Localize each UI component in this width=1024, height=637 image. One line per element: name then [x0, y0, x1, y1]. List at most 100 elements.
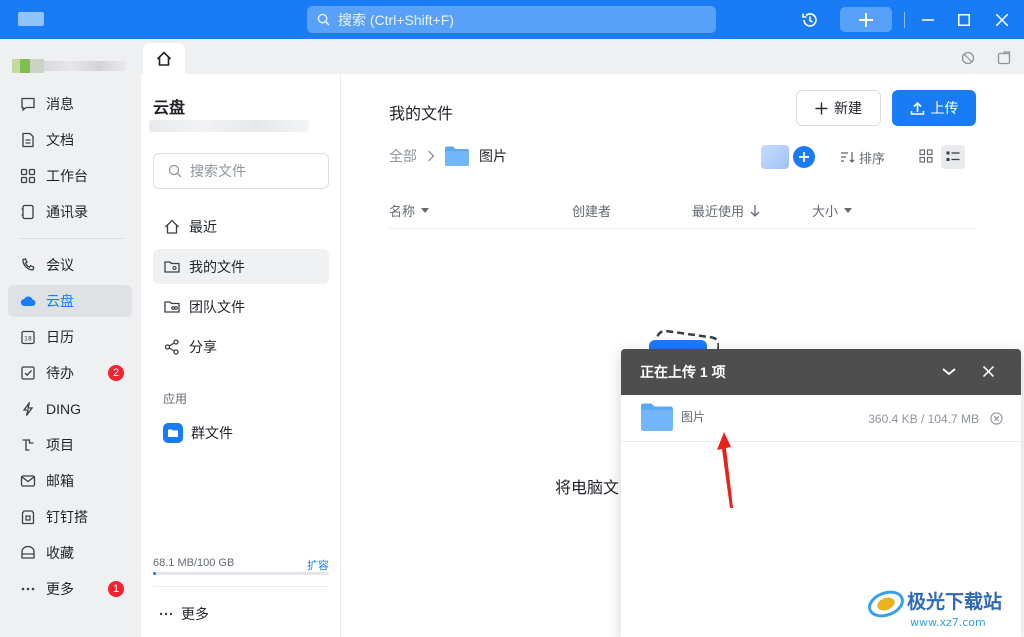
- nav-item-more[interactable]: 更多 1: [8, 573, 132, 605]
- nav-divider: [18, 238, 124, 239]
- nav-item-meeting[interactable]: 会议: [8, 249, 132, 281]
- user-profile[interactable]: [12, 59, 126, 73]
- nav-item-cloud-drive[interactable]: 云盘: [8, 285, 132, 317]
- nav-label: 消息: [46, 96, 74, 112]
- files-toolbar: 排序: [761, 144, 976, 170]
- message-icon: [21, 97, 35, 112]
- sort-button[interactable]: 排序: [841, 148, 885, 167]
- cloud-item-share[interactable]: 分享: [153, 329, 329, 364]
- expand-storage-link[interactable]: 扩容: [307, 557, 329, 573]
- breadcrumb-root[interactable]: 全部: [389, 146, 417, 166]
- lightning-icon: [22, 402, 34, 416]
- column-size[interactable]: 大小: [812, 201, 853, 220]
- folder-icon: [445, 146, 469, 166]
- group-files-icon: [163, 422, 183, 443]
- minimize-button[interactable]: [914, 0, 942, 39]
- cancel-upload-icon[interactable]: [990, 412, 1003, 425]
- list-view-button[interactable]: [941, 145, 966, 169]
- sort-icon: [841, 152, 855, 163]
- main-nav: 消息 文档 工作台 通讯录 会议 云盘 18 日历 待办 2 DING 项目 邮…: [0, 39, 141, 637]
- collapse-chevron-icon[interactable]: [942, 368, 956, 376]
- create-button[interactable]: [840, 7, 892, 32]
- todo-icon: [21, 366, 35, 380]
- breadcrumb: 全部 图片: [389, 146, 507, 166]
- nav-label: 邮箱: [46, 473, 74, 489]
- storage-text: 68.1 MB/100 GB: [153, 557, 235, 569]
- global-search-input[interactable]: 搜索 (Ctrl+Shift+F): [307, 6, 716, 33]
- cloud-item-my-files[interactable]: 我的文件: [153, 249, 329, 284]
- nav-item-messages[interactable]: 消息: [8, 88, 132, 120]
- nav-item-builder[interactable]: 钉钉搭: [8, 501, 132, 533]
- nav-label: 项目: [46, 437, 74, 453]
- home-icon: [165, 219, 179, 234]
- nav-item-documents[interactable]: 文档: [8, 124, 132, 156]
- nav-item-contacts[interactable]: 通讯录: [8, 196, 132, 228]
- close-window-button[interactable]: [988, 0, 1016, 39]
- upload-button[interactable]: 上传: [892, 90, 976, 126]
- maximize-button[interactable]: [950, 0, 978, 39]
- storage-usage: 68.1 MB/100 GB 扩容: [153, 557, 329, 575]
- calendar-icon: 18: [21, 330, 35, 345]
- chevron-right-icon: [428, 150, 435, 162]
- home-icon: [156, 50, 172, 66]
- upload-panel-header: 正在上传 1 项: [621, 349, 1021, 395]
- nav-label: 工作台: [46, 168, 88, 184]
- history-button[interactable]: [796, 0, 824, 39]
- nav-label: 通讯录: [46, 204, 88, 220]
- grid-view-icon: [919, 148, 933, 163]
- nav-label: 会议: [46, 257, 74, 273]
- member-avatars[interactable]: [761, 145, 789, 169]
- cloud-more-label: 更多: [181, 606, 209, 622]
- nav-item-project[interactable]: 项目: [8, 429, 132, 461]
- todo-count-badge: 2: [108, 365, 124, 381]
- add-member-button[interactable]: [793, 146, 815, 168]
- column-name[interactable]: 名称: [389, 201, 430, 220]
- column-recent[interactable]: 最近使用: [692, 201, 760, 220]
- apps-section-label: 应用: [163, 392, 188, 406]
- nav-label: 收藏: [46, 545, 74, 561]
- cloud-app-group-files[interactable]: 群文件: [153, 415, 329, 450]
- nav-item-ding[interactable]: DING: [8, 393, 132, 425]
- more-icon: [159, 612, 173, 616]
- contacts-icon: [21, 204, 34, 220]
- upload-item-size: 360.4 KB / 104.7 MB: [868, 412, 979, 426]
- title-bar: 搜索 (Ctrl+Shift+F): [0, 0, 1024, 39]
- search-icon: [168, 164, 182, 178]
- maximize-icon: [958, 13, 970, 26]
- plus-icon: [859, 12, 873, 27]
- nav-item-mail[interactable]: 邮箱: [8, 465, 132, 497]
- files-title: 我的文件: [389, 106, 454, 123]
- breadcrumb-current: 图片: [479, 148, 507, 164]
- file-search-input[interactable]: 搜索文件: [153, 153, 329, 189]
- site-watermark-logo: 极光下载站 www.xz7.com: [868, 590, 1002, 629]
- nav-item-workbench[interactable]: 工作台: [8, 160, 132, 192]
- nav-label: 文档: [46, 132, 74, 148]
- tab-home[interactable]: [143, 43, 185, 74]
- nav-item-favorites[interactable]: 收藏: [8, 537, 132, 569]
- nav-item-calendar[interactable]: 18 日历: [8, 321, 132, 353]
- new-button[interactable]: 新建: [796, 90, 881, 126]
- caret-down-icon: [421, 207, 430, 213]
- column-creator-label: 创建者: [572, 204, 612, 219]
- nav-item-todo[interactable]: 待办 2: [8, 357, 132, 389]
- cloud-more-button[interactable]: 更多: [159, 604, 209, 624]
- grid-view-button[interactable]: [919, 148, 933, 166]
- refresh-icon[interactable]: [961, 51, 975, 65]
- close-icon[interactable]: [983, 366, 994, 377]
- more-icon: [21, 587, 35, 591]
- watermark-url: www.xz7.com: [910, 616, 986, 629]
- upload-icon: [910, 101, 924, 115]
- cloud-item-recent[interactable]: 最近: [153, 209, 329, 244]
- annotation-arrow: [717, 432, 733, 508]
- global-search-placeholder: 搜索 (Ctrl+Shift+F): [338, 11, 454, 28]
- open-window-icon[interactable]: [997, 51, 1011, 65]
- minimize-icon: [922, 18, 934, 21]
- list-view-icon: [946, 151, 960, 161]
- column-creator[interactable]: 创建者: [572, 201, 611, 220]
- plus-icon: [799, 152, 809, 162]
- tab-bar: [141, 39, 1024, 74]
- history-icon: [802, 12, 817, 27]
- cloud-item-team-files[interactable]: 团队文件: [153, 289, 329, 324]
- search-icon: [317, 13, 330, 26]
- arrow-down-icon: [750, 204, 760, 217]
